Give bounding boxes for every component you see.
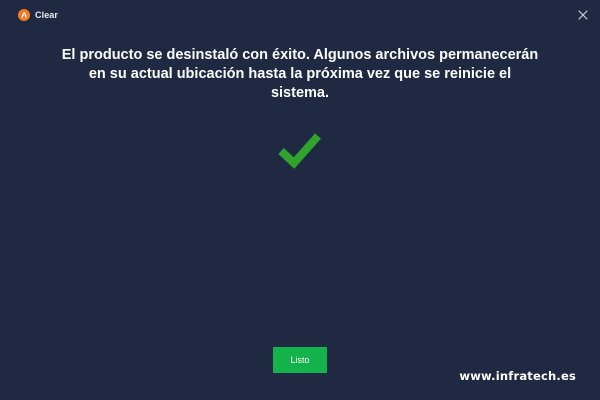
done-button[interactable]: Listo: [273, 347, 327, 373]
close-button[interactable]: [576, 8, 590, 22]
checkmark-icon: [278, 133, 321, 169]
watermark-text: www.infratech.es: [459, 369, 576, 383]
avast-logo-icon: [18, 9, 30, 21]
title-bar: Clear: [0, 0, 600, 30]
uninstall-window: Clear El producto se desinstaló con éxit…: [0, 0, 600, 400]
success-message: El producto se desinstaló con éxito. Alg…: [61, 47, 539, 101]
close-icon: [578, 10, 588, 20]
window-title: Clear: [35, 10, 59, 20]
